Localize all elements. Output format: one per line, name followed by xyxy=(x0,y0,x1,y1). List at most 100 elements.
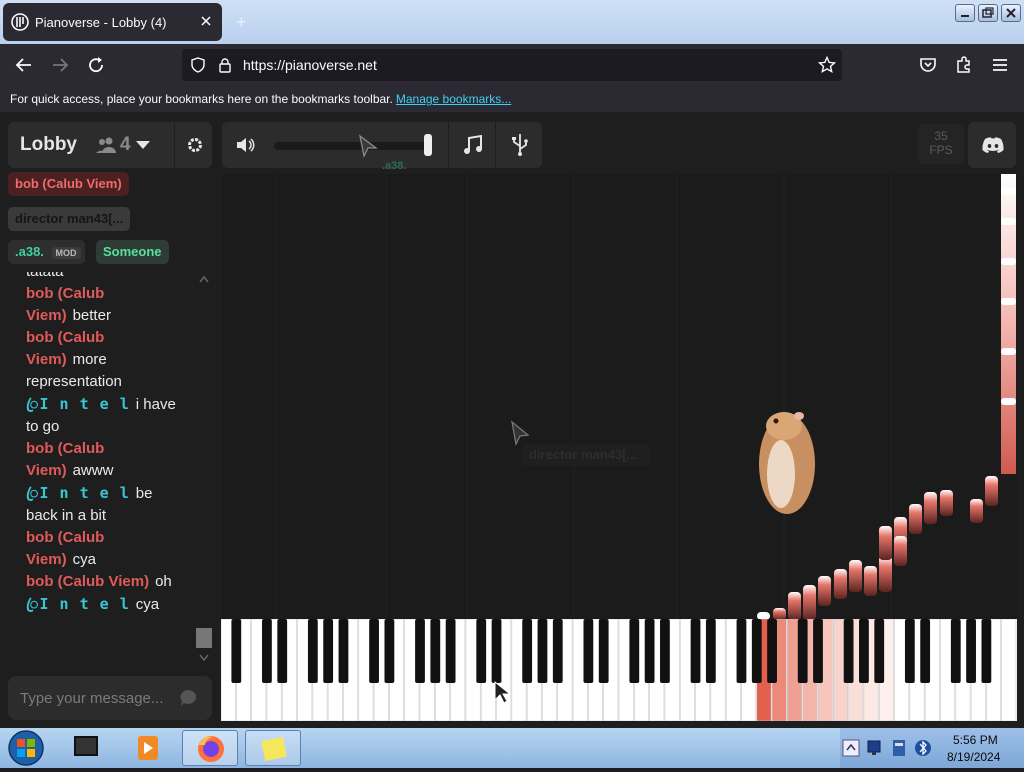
black-key[interactable] xyxy=(430,619,441,683)
black-key[interactable] xyxy=(323,619,334,683)
scroll-down-icon[interactable] xyxy=(198,652,210,662)
minimize-icon xyxy=(961,15,969,17)
clock-time[interactable]: 5:56 PM xyxy=(953,733,998,747)
network-icon[interactable] xyxy=(866,738,884,758)
chat-text: better xyxy=(72,307,111,324)
black-key[interactable] xyxy=(859,619,869,683)
black-key[interactable] xyxy=(874,619,885,683)
volume-icon[interactable] xyxy=(235,136,257,154)
chat-message: ꦿI n t e l be back in a bit xyxy=(8,482,178,527)
shield-icon[interactable] xyxy=(190,57,206,73)
black-key[interactable] xyxy=(767,619,777,683)
chat-author[interactable]: bob (Calub Viem) xyxy=(26,573,149,590)
black-key[interactable] xyxy=(537,619,548,683)
black-key[interactable] xyxy=(920,619,931,683)
black-key[interactable] xyxy=(262,619,272,683)
black-key[interactable] xyxy=(705,619,716,683)
user-pill[interactable]: bob (Calub Viem) xyxy=(8,172,129,196)
taskbar-app-button[interactable] xyxy=(120,730,176,766)
show-hidden-icons-icon[interactable] xyxy=(842,738,860,758)
taskbar-app-button[interactable] xyxy=(245,730,301,766)
clock-date[interactable]: 8/19/2024 xyxy=(947,750,1000,764)
black-key[interactable] xyxy=(552,619,563,683)
black-key[interactable] xyxy=(966,619,976,683)
close-tab-icon[interactable] xyxy=(198,13,214,29)
piano-keyboard[interactable] xyxy=(220,618,1017,722)
extensions-icon[interactable] xyxy=(954,55,974,75)
chat-author[interactable]: ꦿI n t e l xyxy=(26,395,130,413)
restore-button[interactable] xyxy=(978,4,998,22)
reload-icon[interactable] xyxy=(86,55,106,75)
black-key[interactable] xyxy=(981,619,992,683)
black-key[interactable] xyxy=(950,619,961,683)
taskbar-app-button[interactable] xyxy=(58,730,114,766)
black-key[interactable] xyxy=(644,619,655,683)
room-selector[interactable]: Lobby 4 xyxy=(8,122,212,168)
manage-bookmarks-link[interactable]: Manage bookmarks... xyxy=(396,92,511,106)
black-key[interactable] xyxy=(384,619,395,683)
black-key[interactable] xyxy=(660,619,670,683)
black-key[interactable] xyxy=(338,619,349,683)
black-key[interactable] xyxy=(307,619,318,683)
minimize-button[interactable] xyxy=(955,4,975,22)
settings-button[interactable] xyxy=(174,122,212,168)
address-bar[interactable]: https://pianoverse.net xyxy=(182,49,842,81)
bluetooth-icon[interactable] xyxy=(914,738,932,758)
browser-tab[interactable]: Pianoverse - Lobby (4) xyxy=(3,3,222,41)
chat-author[interactable]: ꦿI n t e l xyxy=(26,484,130,502)
chat-text: cya xyxy=(135,596,160,613)
user-pill[interactable]: Someone xyxy=(96,240,169,264)
black-key[interactable] xyxy=(491,619,502,683)
piano-keys[interactable] xyxy=(220,618,1017,722)
bookmark-star-icon[interactable] xyxy=(818,56,836,74)
chat-message: ꦿI n t e l cya xyxy=(8,593,178,616)
black-key[interactable] xyxy=(629,619,640,683)
black-key[interactable] xyxy=(445,619,456,683)
user-pill[interactable]: .a38. MOD xyxy=(8,240,85,264)
black-key[interactable] xyxy=(415,619,425,683)
black-key[interactable] xyxy=(904,619,915,683)
volume-slider-handle[interactable] xyxy=(424,134,432,156)
black-key[interactable] xyxy=(583,619,594,683)
black-key[interactable] xyxy=(843,619,854,683)
chat-scrollbar-thumb[interactable] xyxy=(196,628,212,648)
black-key[interactable] xyxy=(690,619,701,683)
chevron-down-icon[interactable] xyxy=(136,140,150,150)
black-key[interactable] xyxy=(813,619,823,683)
room-name: Lobby xyxy=(20,134,77,155)
black-key[interactable] xyxy=(522,619,533,683)
user-name: .a38. xyxy=(15,244,44,259)
chat-author[interactable]: ꦿI n t e l xyxy=(26,595,130,613)
black-key[interactable] xyxy=(797,619,808,683)
gear-icon xyxy=(188,138,202,152)
music-note-icon[interactable] xyxy=(462,134,484,156)
black-key[interactable] xyxy=(369,619,379,683)
black-key[interactable] xyxy=(751,619,762,683)
black-key[interactable] xyxy=(598,619,609,683)
discord-button[interactable] xyxy=(968,122,1016,168)
close-window-button[interactable] xyxy=(1001,4,1021,22)
taskbar-firefox-button[interactable] xyxy=(182,730,238,766)
pocket-icon[interactable] xyxy=(918,55,938,75)
back-arrow-icon[interactable] xyxy=(14,55,34,75)
usb-icon[interactable] xyxy=(511,133,529,157)
remote-cursor-icon xyxy=(359,134,378,158)
user-pill[interactable]: director man43[... xyxy=(8,207,131,231)
close-icon xyxy=(1006,8,1016,18)
white-key[interactable] xyxy=(1001,618,1017,722)
lock-icon[interactable] xyxy=(218,57,232,73)
new-tab-button[interactable]: + xyxy=(236,13,247,31)
forward-arrow-icon[interactable] xyxy=(50,55,70,75)
black-key[interactable] xyxy=(277,619,288,683)
start-button[interactable] xyxy=(6,729,46,767)
action-center-icon[interactable] xyxy=(890,738,908,758)
menu-icon[interactable] xyxy=(990,55,1010,75)
windows-taskbar: 5:56 PM 8/19/2024 xyxy=(0,728,1024,768)
black-key[interactable] xyxy=(231,619,242,683)
black-key[interactable] xyxy=(736,619,747,683)
chat-bubble-icon[interactable] xyxy=(178,687,200,709)
firefox-icon xyxy=(198,736,224,762)
black-key[interactable] xyxy=(476,619,487,683)
volume-slider[interactable] xyxy=(274,142,430,150)
url-text[interactable]: https://pianoverse.net xyxy=(243,57,377,73)
